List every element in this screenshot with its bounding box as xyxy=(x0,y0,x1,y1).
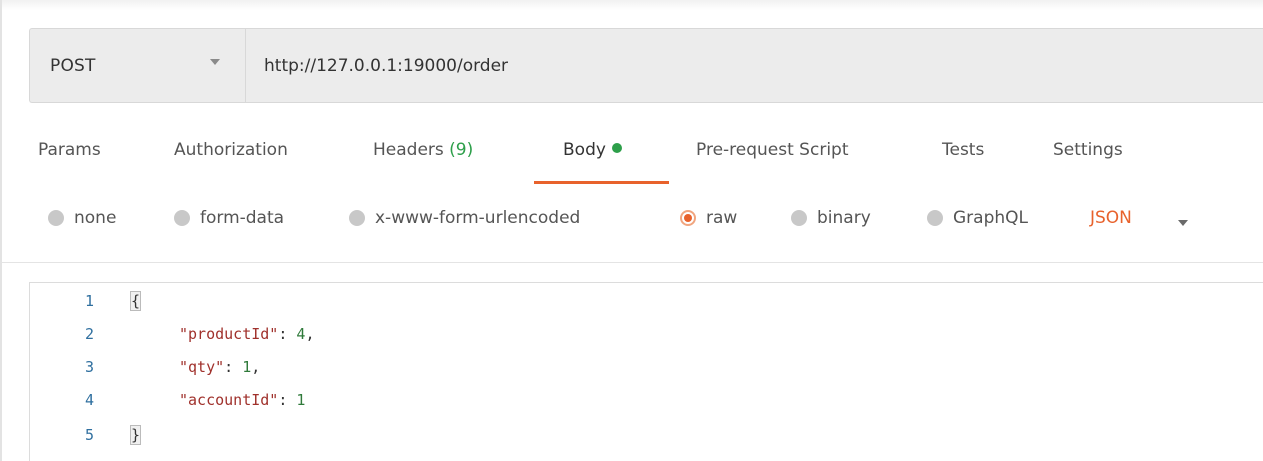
radio-icon xyxy=(174,210,190,226)
line-number: 4 xyxy=(84,391,94,409)
json-comma: , xyxy=(251,358,261,376)
code-editor[interactable]: 1 { 2 "productId": 4, 3 "qty": 1, 4 "acc… xyxy=(29,282,1263,461)
tab-params[interactable]: Params xyxy=(38,140,101,160)
radio-selected-icon xyxy=(680,210,696,226)
editor-line: 4 "accountId": 1 xyxy=(30,386,1263,414)
code-text: "productId": 4, xyxy=(179,325,314,343)
headers-count-badge: (9) xyxy=(449,140,474,160)
json-separator: : xyxy=(224,358,243,376)
line-number: 5 xyxy=(84,426,94,444)
radio-label: GraphQL xyxy=(953,208,1028,228)
json-separator: : xyxy=(278,391,297,409)
code-text: { xyxy=(129,291,142,311)
code-text: } xyxy=(129,425,142,445)
code-text: "accountId": 1 xyxy=(179,391,305,409)
request-bar: POST http://127.0.0.1:19000/order xyxy=(29,28,1263,103)
editor-line: 1 { xyxy=(30,287,1263,315)
radio-form-data[interactable]: form-data xyxy=(174,208,284,228)
radio-icon xyxy=(927,210,943,226)
radio-label: form-data xyxy=(200,208,285,228)
radio-icon xyxy=(48,210,64,226)
json-comma: , xyxy=(305,325,315,343)
tab-pre-request-script[interactable]: Pre-request Script xyxy=(696,140,849,160)
tab-headers[interactable]: Headers (9) xyxy=(373,140,473,160)
editor-line: 2 "productId": 4, xyxy=(30,320,1263,348)
top-shadow xyxy=(2,0,1263,10)
radio-label: x-www-form-urlencoded xyxy=(375,208,581,228)
json-value: 1 xyxy=(296,391,306,409)
tab-label: Body xyxy=(563,140,606,160)
radio-graphql[interactable]: GraphQL xyxy=(927,208,1028,228)
method-dropdown[interactable]: POST xyxy=(30,29,246,102)
tab-label: Settings xyxy=(1053,140,1123,160)
url-input[interactable]: http://127.0.0.1:19000/order xyxy=(264,29,1263,102)
code-text: "qty": 1, xyxy=(179,358,260,376)
body-format-label: JSON xyxy=(1090,208,1132,228)
radio-icon xyxy=(349,210,365,226)
editor-line: 5 } xyxy=(30,421,1263,449)
radio-binary[interactable]: binary xyxy=(791,208,871,228)
tab-label: Tests xyxy=(942,140,985,160)
divider xyxy=(2,262,1263,263)
json-key: "qty" xyxy=(179,358,225,376)
chevron-down-icon xyxy=(210,59,220,65)
request-panel: POST http://127.0.0.1:19000/order Params… xyxy=(0,0,1263,461)
tab-authorization[interactable]: Authorization xyxy=(174,140,288,160)
radio-x-www-form-urlencoded[interactable]: x-www-form-urlencoded xyxy=(349,208,580,228)
close-brace: } xyxy=(129,425,142,445)
tab-body[interactable]: Body xyxy=(563,140,622,160)
tab-settings[interactable]: Settings xyxy=(1053,140,1123,160)
method-label: POST xyxy=(50,55,96,76)
tab-tests[interactable]: Tests xyxy=(942,140,984,160)
radio-label: raw xyxy=(706,208,738,228)
open-brace: { xyxy=(129,291,142,311)
body-format-dropdown[interactable]: JSON xyxy=(1090,208,1132,228)
json-value: 1 xyxy=(242,358,252,376)
radio-icon xyxy=(791,210,807,226)
radio-raw[interactable]: raw xyxy=(680,208,737,228)
radio-none[interactable]: none xyxy=(48,208,116,228)
editor-line: 3 "qty": 1, xyxy=(30,353,1263,381)
json-key: "productId" xyxy=(179,325,279,343)
json-key: "accountId" xyxy=(179,391,279,409)
line-number: 3 xyxy=(84,358,94,376)
chevron-down-icon[interactable] xyxy=(1178,220,1188,226)
tab-label: Headers xyxy=(373,140,444,160)
radio-label: none xyxy=(74,208,117,228)
json-separator: : xyxy=(278,325,297,343)
tab-label: Pre-request Script xyxy=(696,140,849,160)
modified-dot-icon xyxy=(611,143,622,153)
tab-label: Params xyxy=(38,140,101,160)
active-tab-indicator xyxy=(534,181,669,184)
line-number: 2 xyxy=(84,325,94,343)
radio-label: binary xyxy=(817,208,871,228)
line-number: 1 xyxy=(84,292,94,310)
tab-label: Authorization xyxy=(174,140,288,160)
